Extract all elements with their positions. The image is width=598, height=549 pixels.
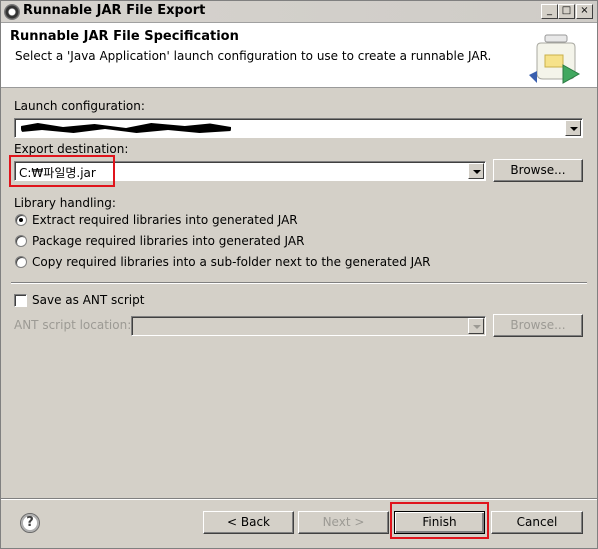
separator [11, 282, 587, 284]
extract-radio[interactable] [15, 214, 27, 226]
back-button[interactable]: < Back [203, 511, 294, 534]
copy-radio[interactable] [15, 256, 27, 268]
chevron-down-icon[interactable] [468, 163, 484, 179]
save-ant-checkbox[interactable] [14, 294, 27, 307]
maximize-button[interactable]: □ [558, 4, 575, 19]
export-destination-label: Export destination: [14, 142, 129, 156]
export-dialog: Runnable JAR File Export _ □ × Runnable … [0, 0, 598, 549]
jar-wizard-icon [529, 34, 581, 84]
extract-label[interactable]: Extract required libraries into generate… [32, 213, 298, 227]
package-radio[interactable] [15, 235, 27, 247]
chevron-down-icon [468, 318, 484, 334]
page-description: Select a 'Java Application' launch confi… [15, 49, 492, 63]
window-title: Runnable JAR File Export [23, 3, 206, 18]
browse-button[interactable]: Browse... [493, 159, 583, 182]
copy-label[interactable]: Copy required libraries into a sub-folde… [32, 255, 431, 269]
library-handling-label: Library handling: [14, 196, 116, 210]
ant-location-label: ANT script location: [14, 318, 132, 332]
footer-separator [1, 498, 597, 500]
minimize-button[interactable]: _ [541, 4, 558, 19]
eclipse-icon [4, 4, 20, 20]
page-title: Runnable JAR File Specification [10, 29, 239, 44]
title-bar[interactable]: Runnable JAR File Export _ □ × [1, 1, 597, 23]
highlight-box [390, 502, 489, 539]
launch-config-select[interactable] [14, 118, 583, 138]
ant-location-select [131, 316, 486, 336]
highlight-box [9, 155, 115, 187]
package-label[interactable]: Package required libraries into generate… [32, 234, 304, 248]
help-icon[interactable]: ? [20, 513, 40, 533]
next-button: Next > [298, 511, 389, 534]
chevron-down-icon[interactable] [565, 120, 581, 136]
page-header: Runnable JAR File Specification Select a… [1, 23, 597, 88]
close-button[interactable]: × [576, 4, 593, 19]
launch-config-label: Launch configuration: [14, 99, 145, 113]
save-ant-label[interactable]: Save as ANT script [32, 293, 144, 307]
ant-browse-button: Browse... [493, 314, 583, 337]
redacted-value [21, 123, 231, 133]
cancel-button[interactable]: Cancel [491, 511, 583, 534]
